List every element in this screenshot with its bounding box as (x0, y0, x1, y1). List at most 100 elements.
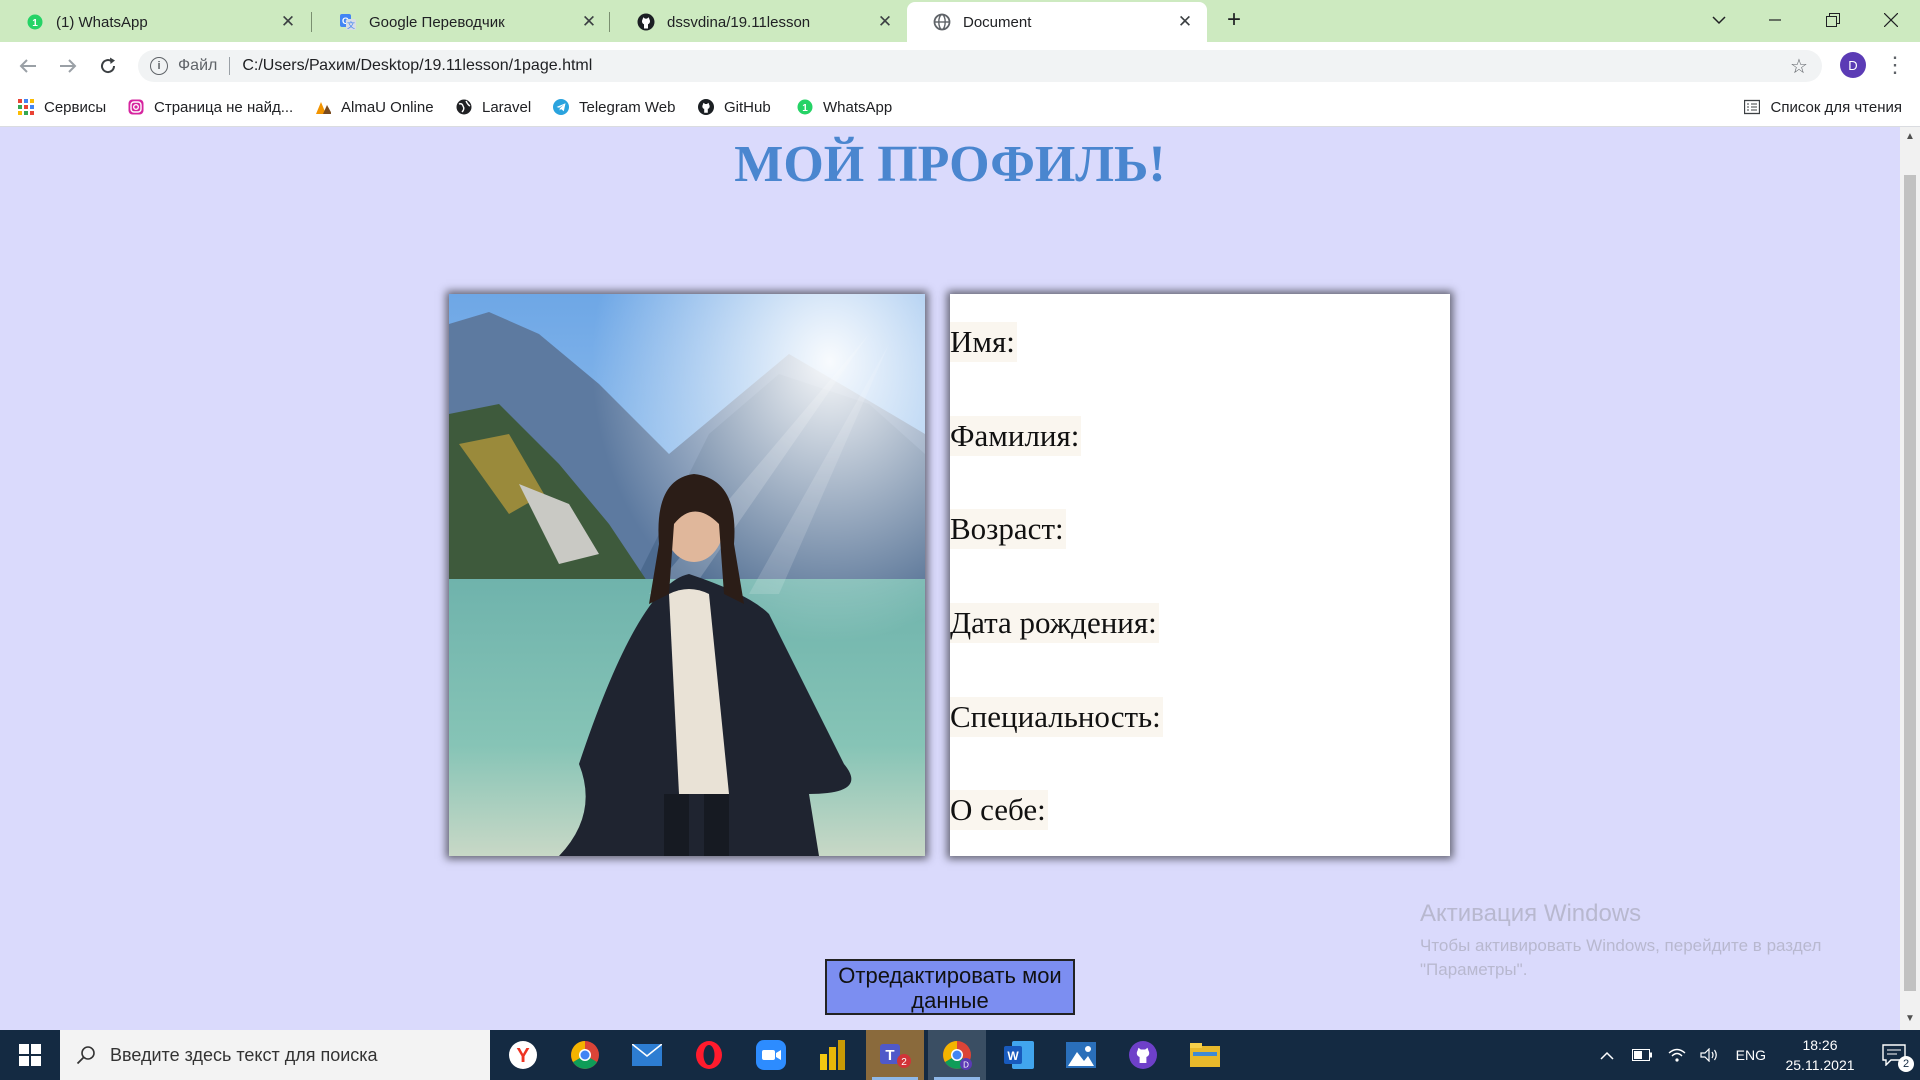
clock-time: 18:26 (1802, 1037, 1838, 1053)
tab-label: Google Переводчик (369, 13, 505, 31)
almau-icon (315, 99, 331, 115)
svg-text:Y: Y (516, 1045, 530, 1067)
profile-photo (449, 294, 925, 856)
close-icon[interactable]: ✕ (274, 12, 302, 32)
new-tab-plus-icon[interactable]: + (1220, 6, 1248, 34)
watermark-title: Активация Windows (1420, 900, 1642, 927)
profile-avatar[interactable]: D (1840, 52, 1866, 78)
bookmark-star-icon[interactable]: ☆ (1790, 54, 1808, 79)
clock-date: 25.11.2021 (1785, 1057, 1855, 1073)
tab-document[interactable]: Document ✕ (907, 2, 1207, 42)
tab-separator (311, 12, 312, 32)
opera-icon[interactable] (680, 1030, 738, 1080)
zoom-icon[interactable] (742, 1030, 800, 1080)
menu-dots-icon[interactable]: ⋮ (1884, 52, 1906, 78)
bookmark-github[interactable]: GitHub (698, 89, 771, 125)
bookmark-label: GitHub (724, 98, 771, 116)
svg-text:D: D (963, 1061, 969, 1070)
chevron-up-icon[interactable] (1600, 1051, 1614, 1060)
tab-label: Document (963, 13, 1032, 31)
whatsapp-icon: 1 (797, 99, 813, 115)
globe-icon (933, 13, 951, 31)
bookmark-label: Laravel (482, 98, 532, 116)
url-scheme: Файл (178, 57, 218, 74)
windows-start-icon[interactable] (0, 1030, 60, 1080)
close-icon[interactable]: ✕ (575, 12, 603, 32)
notifications-icon[interactable]: 2 (1868, 1044, 1920, 1072)
language-indicator[interactable]: ENG (1736, 1047, 1766, 1063)
reading-list-button[interactable]: Список для чтения (1744, 89, 1902, 125)
edit-profile-button[interactable]: Отредактировать мои данные (825, 959, 1075, 1015)
system-tray: ENG 18:26 25.11.2021 2 (1600, 1030, 1920, 1080)
restore-icon[interactable] (1810, 0, 1856, 40)
taskbar-search-input[interactable]: Введите здесь текст для поиска (60, 1030, 490, 1080)
bookmark-instagram[interactable]: Страница не найд... (128, 89, 293, 125)
windows-activation-watermark: Активация Windows Чтобы активировать Win… (1420, 900, 1860, 982)
word-icon[interactable]: W (990, 1030, 1048, 1080)
svg-text:W: W (1007, 1049, 1019, 1063)
photos-icon[interactable] (1052, 1030, 1110, 1080)
battery-icon[interactable] (1631, 1049, 1652, 1061)
tab-google-translate[interactable]: G文 Google Переводчик ✕ (313, 2, 611, 42)
svg-text:文: 文 (347, 20, 355, 30)
field-age: Возраст: (950, 509, 1066, 549)
field-birth-date: Дата рождения: (950, 603, 1159, 643)
github-desktop-icon[interactable] (1114, 1030, 1172, 1080)
bookmark-services[interactable]: Сервисы (18, 89, 106, 125)
power-bi-icon[interactable] (804, 1030, 862, 1080)
bookmark-label: Сервисы (44, 98, 107, 116)
minimize-icon[interactable] (1752, 0, 1798, 40)
field-first-name: Имя: (950, 322, 1017, 362)
instagram-icon (128, 99, 144, 115)
mail-icon[interactable] (618, 1030, 676, 1080)
tab-whatsapp[interactable]: 1 (1) WhatsApp ✕ (0, 2, 310, 42)
address-bar[interactable]: i Файл C:/Users/Рахим/Desktop/19.11lesso… (138, 50, 1822, 82)
scroll-thumb[interactable] (1904, 175, 1916, 991)
bookmarks-bar: Сервисы Страница не найд... AlmaU Online… (0, 89, 1920, 127)
vertical-scrollbar[interactable]: ▲ ▼ (1900, 127, 1920, 1030)
profile-info-card: Имя: Фамилия: Возраст: Дата рождения: Сп… (950, 294, 1450, 856)
google-translate-icon: G文 (339, 13, 357, 31)
teams-icon[interactable]: T2 (866, 1030, 924, 1080)
tab-strip: 1 (1) WhatsApp ✕ G文 Google Переводчик ✕ … (0, 0, 1920, 42)
bookmark-almau[interactable]: AlmaU Online (315, 89, 434, 125)
bookmark-label: Страница не найд... (154, 98, 294, 116)
chrome-profile-icon[interactable]: D (928, 1030, 986, 1080)
svg-text:1: 1 (32, 18, 38, 29)
scroll-up-arrow-icon[interactable]: ▲ (1904, 131, 1916, 142)
bookmark-laravel[interactable]: Laravel (456, 89, 531, 125)
tab-separator (609, 12, 610, 32)
volume-icon[interactable] (1700, 1048, 1718, 1062)
chrome-icon[interactable] (556, 1030, 614, 1080)
clock[interactable]: 18:26 25.11.2021 (1772, 1035, 1868, 1075)
back-arrow-icon[interactable] (14, 52, 42, 80)
info-icon[interactable]: i (150, 57, 168, 75)
close-icon[interactable]: ✕ (1171, 12, 1199, 32)
watermark-subtitle: Чтобы активировать Windows, перейдите в … (1420, 936, 1822, 979)
field-specialty: Специальность: (950, 697, 1163, 737)
search-placeholder: Введите здесь текст для поиска (110, 1044, 378, 1065)
tab-label: dssvdina/19.11lesson (667, 13, 811, 31)
bookmark-label: Telegram Web (579, 98, 676, 116)
bookmark-label: WhatsApp (823, 98, 893, 116)
tab-search-chevron-icon[interactable] (1696, 0, 1742, 40)
file-explorer-icon[interactable] (1176, 1030, 1234, 1080)
bookmark-whatsapp[interactable]: 1 WhatsApp (797, 89, 892, 125)
teams-badge: 2 (901, 1057, 907, 1068)
scroll-down-arrow-icon[interactable]: ▼ (1904, 1013, 1916, 1024)
close-icon[interactable]: ✕ (871, 12, 899, 32)
globe-icon (456, 99, 472, 115)
reading-list-label: Список для чтения (1770, 98, 1902, 116)
bookmark-telegram[interactable]: Telegram Web (553, 89, 675, 125)
tab-github[interactable]: dssvdina/19.11lesson ✕ (611, 2, 907, 42)
url-text[interactable]: C:/Users/Рахим/Desktop/19.11lesson/1page… (242, 57, 592, 75)
search-icon (76, 1045, 96, 1065)
field-about: О себе: (950, 790, 1048, 830)
windows-taskbar: Введите здесь текст для поиска Y T2 D W (0, 1030, 1920, 1080)
forward-arrow-icon[interactable] (54, 52, 82, 80)
yandex-browser-icon[interactable]: Y (494, 1030, 552, 1080)
github-icon (637, 13, 655, 31)
close-window-icon[interactable] (1868, 0, 1914, 40)
wifi-icon[interactable] (1668, 1048, 1686, 1062)
reload-icon[interactable] (94, 52, 122, 80)
